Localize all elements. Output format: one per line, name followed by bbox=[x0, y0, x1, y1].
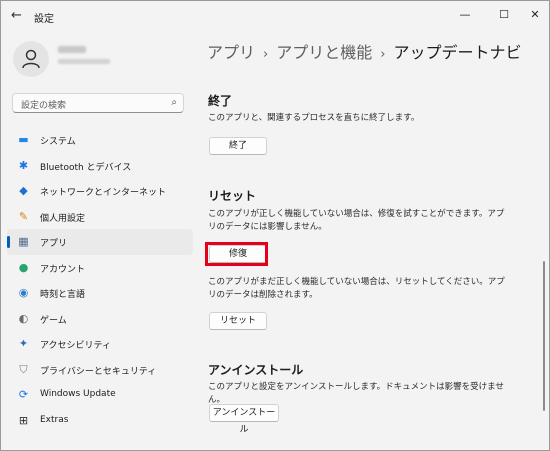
sidebar-item-label: アカウント bbox=[40, 264, 86, 275]
system-icon: ▬ bbox=[18, 133, 29, 146]
terminate-button[interactable]: 終了 bbox=[209, 137, 267, 155]
sidebar-item-label: システム bbox=[40, 137, 76, 147]
sidebar-item-shield[interactable]: ⛉ プライバシーとセキュリティ bbox=[7, 357, 193, 383]
sidebar-item-account[interactable]: ● アカウント bbox=[7, 255, 193, 281]
account-icon: ● bbox=[18, 260, 29, 274]
sidebar-item-update[interactable]: ⟳ Windows Update bbox=[7, 382, 193, 408]
user-account-blurred bbox=[58, 59, 110, 64]
globe-clock-icon: ◉ bbox=[18, 286, 29, 299]
reset-title: リセット bbox=[208, 189, 257, 203]
avatar[interactable] bbox=[13, 41, 49, 77]
app-title: 設定 bbox=[34, 14, 54, 25]
sidebar-item-label: プライバシーとセキュリティ bbox=[40, 366, 157, 377]
search-icon: ⌕ bbox=[171, 97, 177, 108]
breadcrumb-separator: › bbox=[263, 47, 269, 62]
sidebar-item-label: Extras bbox=[40, 414, 69, 425]
terminate-description: このアプリと、関連するプロセスを直ちに終了します。 bbox=[208, 113, 420, 123]
sidebar-nav: ▬ システム ✱ Bluetooth とデバイス ◆ ネットワークとインターネット ✎ 個人用… bbox=[7, 127, 193, 433]
title-bar: ← 設定 — ☐ ✕ bbox=[1, 1, 549, 31]
sidebar-item-bluetooth[interactable]: ✱ Bluetooth とデバイス bbox=[7, 153, 193, 179]
sidebar-item-label: 個人用設定 bbox=[40, 213, 86, 224]
active-indicator bbox=[7, 236, 10, 248]
breadcrumb: アプリ › アプリと機能 › アップデートナビ bbox=[207, 39, 521, 63]
breadcrumb-separator: › bbox=[380, 47, 386, 62]
extras-icon: ⊞ bbox=[18, 413, 29, 427]
sidebar-item-globe-clock[interactable]: ◉ 時刻と言語 bbox=[7, 280, 193, 306]
user-name-blurred bbox=[58, 46, 86, 53]
sidebar-item-network[interactable]: ◆ ネットワークとインターネット bbox=[7, 178, 193, 204]
minimize-button[interactable]: — bbox=[453, 6, 477, 24]
terminate-title: 終了 bbox=[208, 94, 233, 108]
close-button[interactable]: ✕ bbox=[523, 6, 547, 24]
uninstall-button[interactable]: アンインストール bbox=[209, 404, 279, 435]
breadcrumb-apps[interactable]: アプリ bbox=[207, 43, 255, 62]
sidebar-item-label: 時刻と言語 bbox=[40, 290, 86, 300]
network-icon: ◆ bbox=[19, 184, 28, 197]
sidebar-item-label: ネットワークとインターネット bbox=[40, 188, 167, 198]
accessibility-icon: ✦ bbox=[18, 337, 29, 350]
scrollbar-thumb[interactable] bbox=[543, 261, 545, 411]
back-arrow-icon[interactable]: ← bbox=[11, 8, 27, 24]
sidebar-item-apps[interactable]: ▦ アプリ bbox=[7, 229, 193, 255]
settings-search-input[interactable]: 設定の検索 ⌕ bbox=[12, 93, 184, 113]
reset-button[interactable]: リセット bbox=[209, 312, 267, 330]
user-icon bbox=[22, 49, 40, 69]
search-placeholder: 設定の検索 bbox=[21, 101, 67, 111]
breadcrumb-apps-features[interactable]: アプリと機能 bbox=[276, 43, 372, 62]
main-content: アプリ › アプリと機能 › アップデートナビ 終了 このアプリと、関連するプロセスを直… bbox=[197, 31, 549, 450]
reset-description: このアプリがまだ正しく機能していない場合は、リセットしてください。アプリのデータ… bbox=[208, 277, 505, 300]
maximize-button[interactable]: ☐ bbox=[492, 6, 516, 24]
uninstall-title: アンインストール bbox=[208, 363, 304, 377]
game-icon: ◐ bbox=[18, 311, 29, 325]
sidebar-item-label: Windows Update bbox=[40, 389, 116, 399]
sidebar-item-label: アプリ bbox=[40, 239, 68, 249]
shield-icon: ⛉ bbox=[19, 362, 28, 376]
sidebar-item-system[interactable]: ▬ システム bbox=[7, 127, 193, 153]
brush-icon: ✎ bbox=[18, 209, 29, 223]
settings-window: ← 設定 — ☐ ✕ 設定の検索 ⌕ ▬ システム ✱ Bluetooth とデバイス… bbox=[0, 0, 550, 451]
sidebar-item-extras[interactable]: ⊞ Extras bbox=[7, 408, 193, 434]
sidebar-item-label: Bluetooth とデバイス bbox=[40, 162, 132, 173]
breadcrumb-current: アップデートナビ bbox=[393, 43, 522, 62]
sidebar-item-label: ゲーム bbox=[40, 315, 67, 326]
update-icon: ⟳ bbox=[18, 388, 29, 401]
bluetooth-icon: ✱ bbox=[18, 158, 29, 172]
sidebar-item-game[interactable]: ◐ ゲーム bbox=[7, 306, 193, 332]
repair-description: このアプリが正しく機能していない場合は、修復を試すことができます。アプリのデータ… bbox=[208, 209, 505, 232]
sidebar-item-accessibility[interactable]: ✦ アクセシビリティ bbox=[7, 331, 193, 357]
sidebar-item-brush[interactable]: ✎ 個人用設定 bbox=[7, 204, 193, 230]
sidebar: 設定の検索 ⌕ ▬ システム ✱ Bluetooth とデバイス ◆ ネットワークとインタ… bbox=[1, 31, 197, 450]
repair-highlight-box bbox=[205, 242, 268, 266]
apps-icon: ▦ bbox=[18, 235, 29, 248]
sidebar-item-label: アクセシビリティ bbox=[40, 341, 112, 351]
